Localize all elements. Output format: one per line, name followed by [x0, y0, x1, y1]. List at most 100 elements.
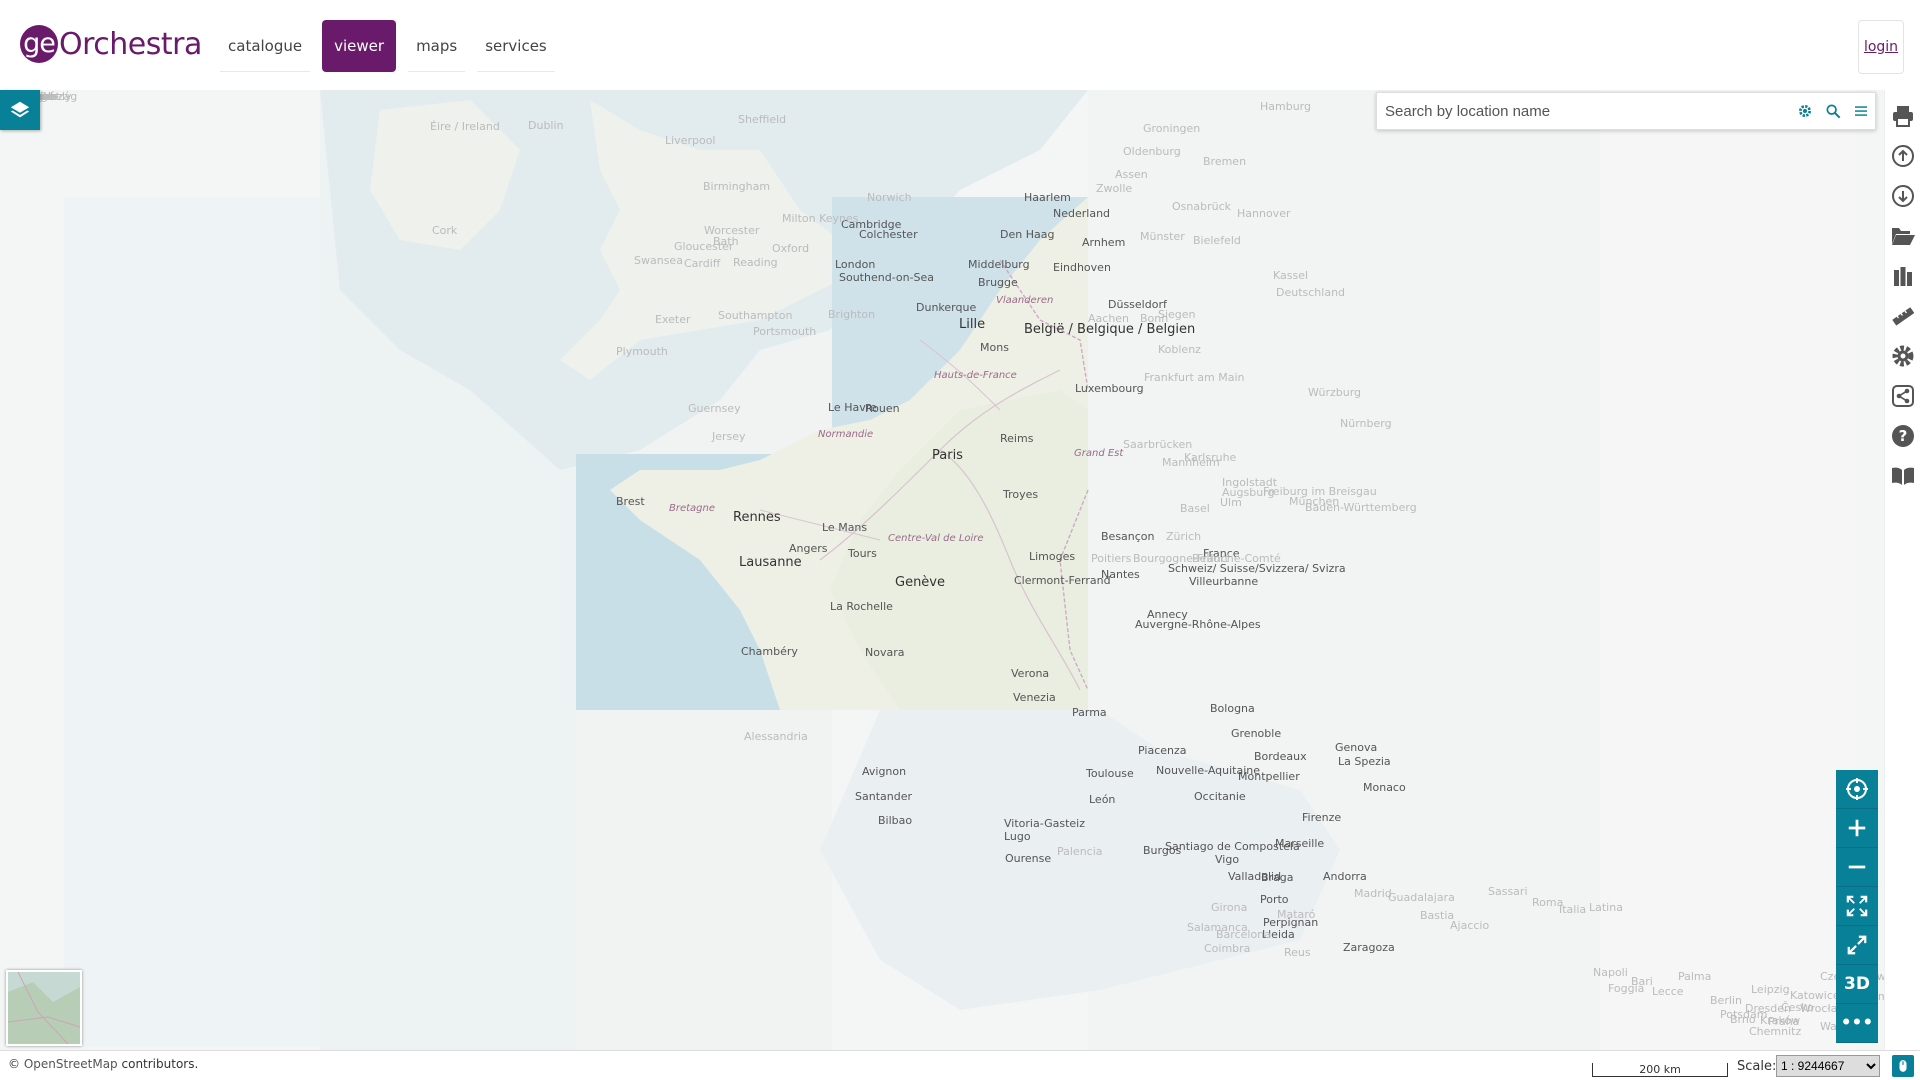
place-label: Bremen	[1203, 155, 1247, 168]
place-label: Den Haag	[1000, 228, 1055, 241]
folder-open-icon	[1891, 228, 1915, 245]
catalog-icon	[1893, 267, 1912, 286]
help-button[interactable]: ?	[1886, 416, 1920, 456]
place-label: Norwich	[867, 191, 912, 204]
right-toolbar: ?	[1884, 90, 1920, 1050]
minus-icon	[1848, 865, 1866, 869]
nav-services[interactable]: services	[477, 20, 555, 72]
place-label: Vigo	[1215, 853, 1240, 866]
place-label: Schweiz/ Suisse/Svizzera/ Svizra	[1168, 562, 1346, 575]
footer-toggle-button[interactable]	[1892, 1055, 1914, 1077]
place-label: Arnhem	[1082, 236, 1126, 249]
place-label: Nürnberg	[1340, 417, 1392, 430]
gear-icon	[1892, 345, 1913, 367]
place-label: Eindhoven	[1053, 261, 1111, 274]
place-label: Troyes	[1003, 488, 1039, 501]
nav-catalogue[interactable]: catalogue	[220, 20, 311, 72]
search-submit-button[interactable]	[1819, 93, 1847, 129]
place-label: Freiburg im Breisgau	[1263, 485, 1377, 498]
place-label: Brighton	[828, 308, 876, 321]
locate-button[interactable]	[1836, 770, 1878, 809]
fullscreen-button[interactable]	[1836, 926, 1878, 965]
place-label: Mons	[980, 341, 1009, 354]
place-label: Braga	[1261, 871, 1294, 884]
place-label: Ajaccio	[1450, 919, 1490, 932]
place-label: Bretagne	[669, 503, 716, 514]
zoom-to-extent-button[interactable]	[1836, 887, 1878, 926]
place-label: Auvergne-Rhône-Alpes	[1135, 618, 1261, 631]
logo-ge-mark: ge	[20, 25, 58, 63]
place-label: Zaragoza	[1343, 941, 1395, 954]
place-label: La Rochelle	[830, 600, 893, 613]
place-label: Novara	[865, 646, 905, 659]
mouse-position-icon	[1899, 1060, 1907, 1072]
place-label: Santander	[855, 790, 912, 803]
place-label: Rouen	[865, 402, 900, 415]
place-label: Hauts-de-France	[934, 370, 1017, 381]
download-button[interactable]	[1886, 176, 1920, 216]
print-icon	[1892, 106, 1913, 127]
place-label: Brugge	[978, 276, 1018, 289]
search-menu-button[interactable]	[1847, 93, 1875, 129]
place-label: Oldenburg	[1123, 145, 1181, 158]
scale-select[interactable]: 1 : 9244667	[1776, 1055, 1880, 1077]
3d-toggle-button[interactable]: 3D	[1836, 965, 1878, 1004]
place-label: Montpellier	[1238, 770, 1300, 783]
osm-link[interactable]: OpenStreetMap	[24, 1057, 118, 1071]
nav-maps[interactable]: maps	[408, 20, 466, 72]
place-label: Toulouse	[1086, 767, 1134, 780]
place-label: Éire / Ireland	[430, 120, 500, 133]
more-controls-button[interactable]: •••	[1836, 1004, 1878, 1043]
search-settings-button[interactable]	[1791, 93, 1819, 129]
settings-button[interactable]	[1886, 336, 1920, 376]
open-map-button[interactable]	[1886, 216, 1920, 256]
place-label: La Spezia	[1338, 755, 1391, 768]
place-label: Le Mans	[822, 521, 868, 534]
zoom-in-button[interactable]	[1836, 809, 1878, 848]
place-label: Kraków	[1760, 1014, 1801, 1027]
hamburger-menu-icon	[1855, 106, 1867, 116]
crosshair-icon	[1846, 778, 1868, 800]
expand-icon	[1847, 935, 1867, 955]
place-label: Frankfurt am Main	[1144, 371, 1245, 384]
upload-icon	[1891, 145, 1914, 167]
place-label: Porto	[1260, 893, 1289, 906]
place-label: Genève	[895, 575, 946, 590]
place-label: Southampton	[718, 309, 793, 322]
nav-viewer[interactable]: viewer	[322, 20, 397, 72]
place-label: Vlaanderen	[996, 295, 1054, 306]
place-label: Tours	[848, 547, 877, 560]
place-label: Bilbao	[878, 814, 913, 827]
measure-button[interactable]	[1886, 296, 1920, 336]
basemap-tiles	[0, 90, 1920, 1050]
upload-button[interactable]	[1886, 136, 1920, 176]
place-label: London	[835, 258, 876, 271]
place-label: Würzburg	[1308, 386, 1362, 399]
overview-map[interactable]	[6, 970, 82, 1046]
print-button[interactable]	[1886, 96, 1920, 136]
catalog-button[interactable]	[1886, 256, 1920, 296]
map-canvas[interactable]: Éire / Ireland Dublin Liverpool Sheffield Bi…	[0, 90, 1920, 1050]
place-label: Karlsruhe	[1184, 451, 1237, 464]
login-link[interactable]: login	[1858, 20, 1904, 74]
place-label: Assen	[1115, 168, 1148, 181]
place-label: Münster	[1140, 230, 1185, 243]
place-label: Aachen	[1088, 312, 1130, 325]
zoom-out-button[interactable]	[1836, 848, 1878, 887]
georchestra-logo[interactable]: ge Orchestra	[20, 24, 202, 64]
layers-icon	[10, 101, 30, 118]
share-button[interactable]	[1886, 376, 1920, 416]
place-label: Avignon	[862, 765, 907, 778]
place-label: Portsmouth	[753, 325, 817, 338]
place-label: Normandie	[818, 429, 874, 440]
place-label: Nederland	[1053, 207, 1111, 220]
location-search-input[interactable]	[1377, 93, 1791, 129]
tutorial-button[interactable]	[1886, 456, 1920, 496]
layers-toggle-button[interactable]	[0, 90, 40, 130]
place-label: Hamburg	[1260, 100, 1311, 113]
place-label: Paris	[932, 448, 963, 463]
place-label: Haarlem	[1024, 191, 1071, 204]
search-icon	[1826, 104, 1841, 119]
place-label: Leipzig	[1751, 983, 1790, 996]
help-icon: ?	[1891, 425, 1914, 447]
